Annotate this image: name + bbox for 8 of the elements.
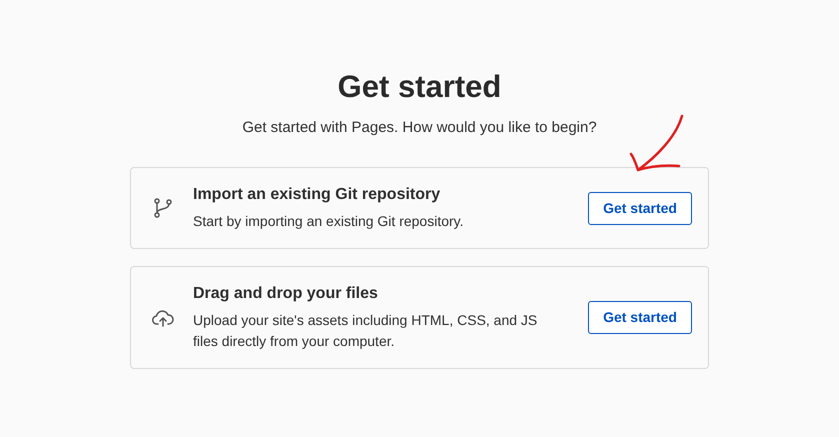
option-description: Start by importing an existing Git repository.: [193, 212, 465, 231]
option-description: Upload your site's assets including HTML, CSS, and JS files directly from your computer.: [193, 310, 538, 351]
option-title: Drag and drop your files: [193, 284, 379, 304]
get-started-button[interactable]: Get started: [588, 301, 692, 334]
page-subtitle: Get started with Pages. How would you like to begin?: [241, 118, 598, 138]
option-title: Import an existing Git repository: [193, 184, 442, 204]
page-title: Get started: [336, 68, 502, 106]
get-started-button[interactable]: Get started: [588, 192, 692, 224]
